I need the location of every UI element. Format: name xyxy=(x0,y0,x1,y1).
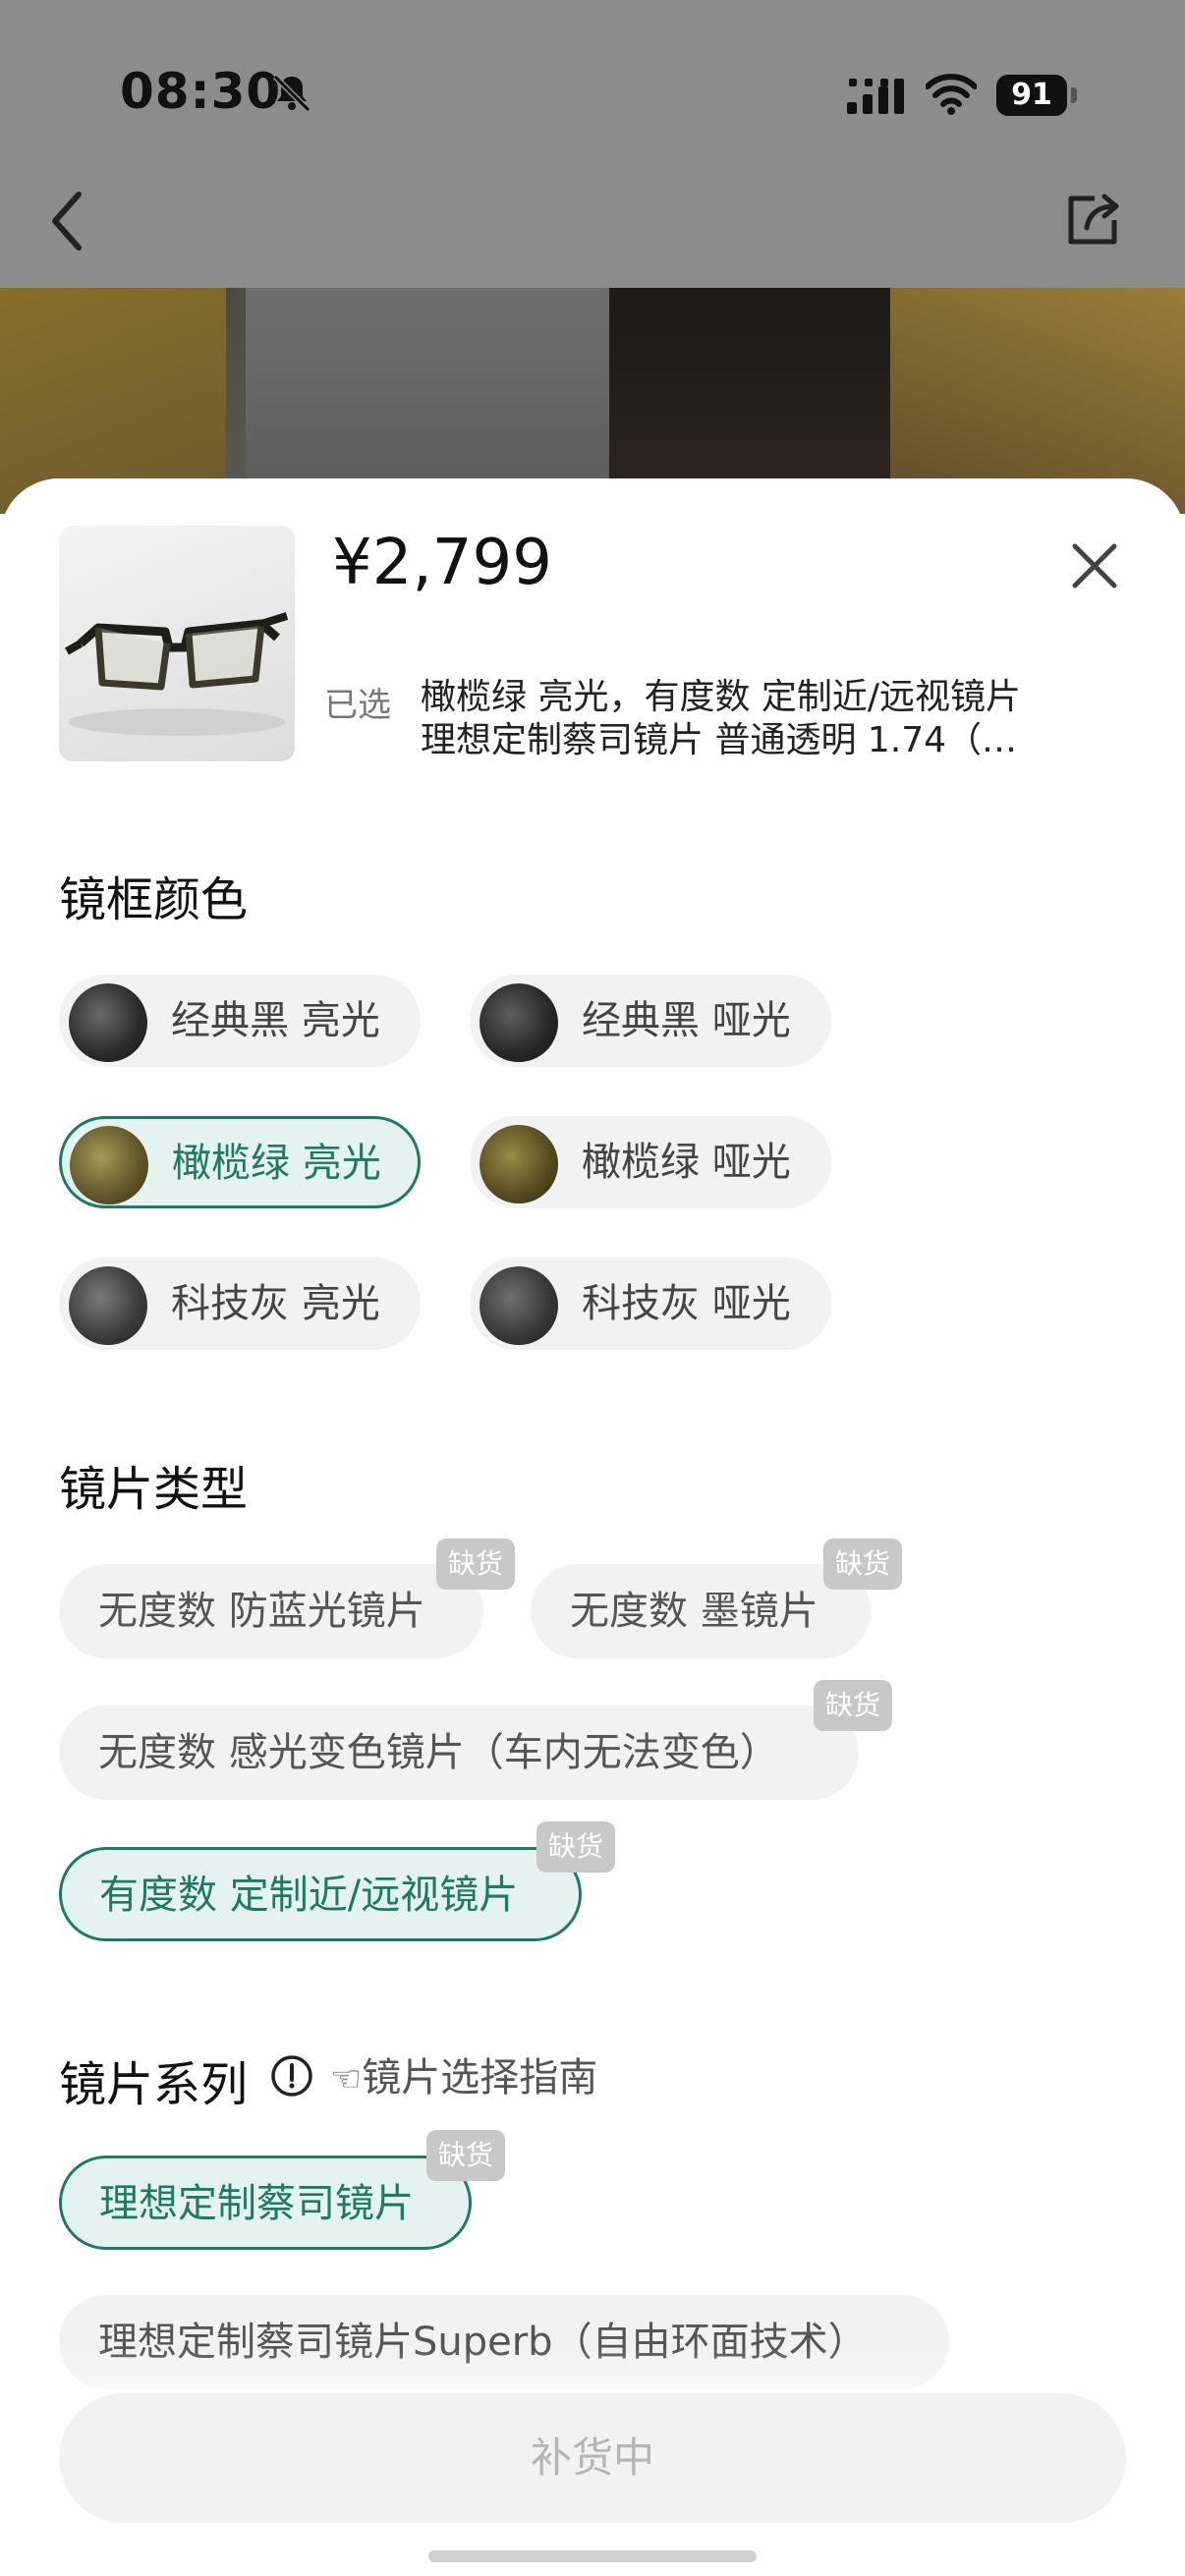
frame-option-label: 科技灰 亮光 xyxy=(171,1281,380,1326)
frame-option-label: 科技灰 哑光 xyxy=(582,1281,791,1326)
frame-option-label: 橄榄绿 哑光 xyxy=(582,1140,791,1185)
frame-option-olive-green-matte[interactable]: 橄榄绿 哑光 xyxy=(470,1116,831,1208)
frame-option-tech-gray-matte[interactable]: 科技灰 哑光 xyxy=(470,1258,831,1350)
frame-swatch xyxy=(480,983,558,1062)
wifi-icon xyxy=(926,74,977,115)
selected-summary: 橄榄绿 亮光，有度数 定制近/远视镜片 理想定制蔡司镜片 普通透明 1.74（建… xyxy=(421,676,1049,762)
lens-type-label: 无度数 感光变色镜片（车内无法变色） xyxy=(98,1730,779,1775)
frame-option-classic-black-matte[interactable]: 经典黑 哑光 xyxy=(470,975,831,1067)
frame-option-label: 橄榄绿 亮光 xyxy=(172,1141,381,1186)
frame-color-title: 镜框颜色 xyxy=(59,872,249,927)
frame-swatch xyxy=(69,983,147,1062)
battery-level: 91 xyxy=(996,75,1067,116)
selected-summary-line2: 理想定制蔡司镜片 普通透明 1.74（建... xyxy=(421,720,1049,760)
back-icon[interactable] xyxy=(43,187,92,255)
frame-swatch xyxy=(480,1266,558,1345)
lens-type-label: 无度数 墨镜片 xyxy=(570,1589,818,1634)
lens-type-label: 有度数 定制近/远视镜片 xyxy=(99,1873,519,1918)
out-of-stock-badge: 缺货 xyxy=(436,1539,516,1590)
lens-series-option-zeiss[interactable]: 理想定制蔡司镜片 xyxy=(59,2156,472,2250)
close-icon[interactable] xyxy=(1067,538,1122,593)
sku-selection-sheet xyxy=(0,478,1185,2576)
frame-option-classic-black-gloss[interactable]: 经典黑 亮光 xyxy=(59,975,421,1067)
signal-icon xyxy=(847,79,904,114)
mute-bell-icon xyxy=(272,74,311,112)
frame-option-tech-gray-gloss[interactable]: 科技灰 亮光 xyxy=(59,1258,421,1350)
pointing-hand-icon: ☜ xyxy=(330,2059,363,2100)
product-price: ¥2,799 xyxy=(332,527,552,599)
info-icon[interactable] xyxy=(269,2053,314,2099)
lens-type-label: 无度数 防蓝光镜片 xyxy=(98,1589,425,1634)
lens-guide-link[interactable]: ☜镜片选择指南 xyxy=(330,2045,597,2102)
restocking-button[interactable]: 补货中 xyxy=(59,2393,1126,2523)
battery-indicator: 91 xyxy=(996,75,1079,116)
lens-type-option-blue-light[interactable]: 无度数 防蓝光镜片 xyxy=(59,1564,483,1658)
frame-swatch xyxy=(480,1125,558,1204)
frame-option-olive-green-gloss[interactable]: 橄榄绿 亮光 xyxy=(59,1116,421,1208)
frame-option-label: 经典黑 哑光 xyxy=(582,998,791,1043)
lens-type-option-sunglasses[interactable]: 无度数 墨镜片 xyxy=(531,1564,871,1658)
home-indicator xyxy=(428,2550,757,2562)
out-of-stock-badge: 缺货 xyxy=(426,2130,506,2181)
lens-type-title: 镜片类型 xyxy=(59,1462,249,1517)
lens-type-option-prescription[interactable]: 有度数 定制近/远视镜片 xyxy=(59,1847,582,1941)
lens-series-label: 理想定制蔡司镜片 xyxy=(99,2181,414,2226)
selected-summary-line1: 橄榄绿 亮光，有度数 定制近/远视镜片 xyxy=(421,677,1022,717)
lens-series-title: 镜片系列 xyxy=(59,2057,249,2112)
out-of-stock-badge: 缺货 xyxy=(823,1539,903,1590)
product-thumbnail xyxy=(59,526,295,761)
glasses-image xyxy=(65,612,289,736)
out-of-stock-badge: 缺货 xyxy=(814,1680,893,1731)
top-overlay xyxy=(0,0,1185,288)
share-icon[interactable] xyxy=(1061,189,1124,252)
selected-label: 已选 xyxy=(324,686,391,725)
out-of-stock-badge: 缺货 xyxy=(536,1821,616,1873)
frame-option-label: 经典黑 亮光 xyxy=(171,998,380,1043)
frame-swatch xyxy=(69,1266,147,1345)
lens-guide-label: 镜片选择指南 xyxy=(362,2055,598,2100)
status-time: 08:30 xyxy=(120,63,282,120)
frame-swatch xyxy=(70,1126,148,1204)
lens-type-option-photochromic[interactable]: 无度数 感光变色镜片（车内无法变色） xyxy=(59,1706,859,1800)
